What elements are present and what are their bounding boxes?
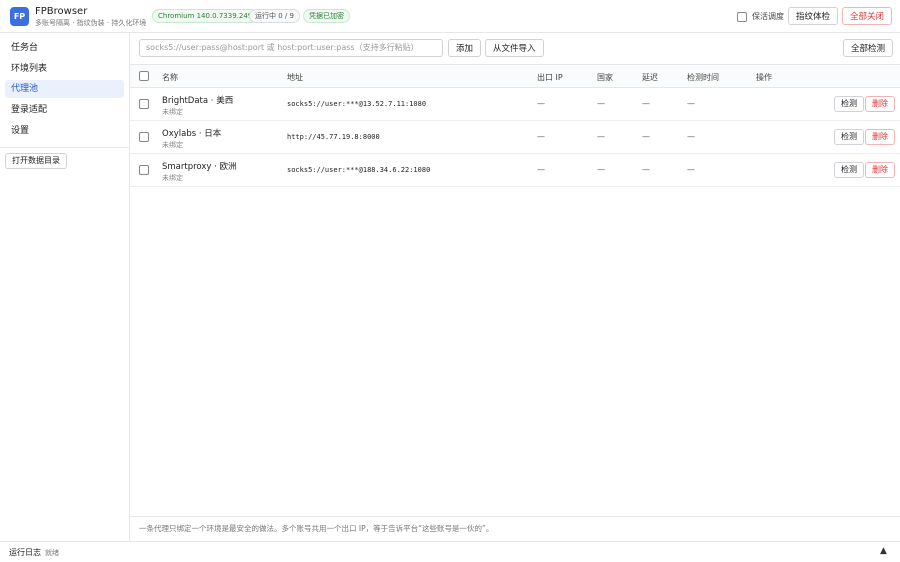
country: — (597, 165, 605, 174)
table-row: Oxylabs · 日本 未绑定 http://45.77.19.8:8000 … (130, 121, 900, 154)
import-from-file-button[interactable]: 从文件导入 (485, 39, 544, 57)
keepalive-checkbox[interactable] (737, 11, 747, 22)
row-checkbox[interactable] (139, 132, 149, 142)
proxy-address: http://45.77.19.8:8000 (287, 133, 380, 141)
app-logo: FP (10, 7, 29, 26)
column-address: 地址 (287, 73, 303, 82)
exit-ip: — (537, 132, 545, 141)
sidebar: 任务台 环境列表 代理池 登录适配 设置 打开数据目录 (0, 33, 130, 541)
proxy-name: Smartproxy · 欧洲 (162, 162, 237, 172)
sidebar-item-proxy-pool[interactable]: 代理池 (5, 80, 124, 98)
run-log-toggle[interactable]: 运行日志 (9, 547, 41, 558)
column-actions: 操作 (756, 73, 772, 82)
open-data-dir-button[interactable]: 打开数据目录 (5, 153, 67, 169)
chromium-version-badge: Chromium 140.0.7339.249 (152, 9, 259, 23)
latency: — (642, 165, 650, 174)
table-header: 名称 地址 出口 IP 国家 延迟 检测时间 操作 (130, 65, 900, 88)
expand-log-icon[interactable]: ▲ (880, 546, 887, 556)
status-bar: 运行日志 就绪 ▲ (0, 541, 900, 562)
sidebar-item-environments[interactable]: 环境列表 (5, 60, 124, 78)
column-name: 名称 (162, 73, 178, 82)
proxy-pool-panel: socks5://user:pass@host:port 或 host:port… (130, 33, 900, 541)
check-time: — (687, 132, 695, 141)
running-count-badge: 运行中 0 / 9 (249, 9, 300, 23)
binding-status: 未绑定 (162, 141, 183, 149)
app-subtitle: 多账号隔离 · 指纹伪装 · 持久化环境 (35, 19, 147, 27)
delete-proxy-button[interactable]: 删除 (865, 162, 895, 178)
proxy-name: BrightData · 美西 (162, 96, 234, 106)
proxy-address: socks5://user:***@188.34.6.22:1080 (287, 166, 431, 174)
keepalive-toggle[interactable]: 保活调度 (737, 11, 784, 22)
latency: — (642, 99, 650, 108)
check-all-button[interactable]: 全部检测 (843, 39, 894, 57)
column-check-time: 检测时间 (687, 73, 719, 82)
column-exit-ip: 出口 IP (537, 73, 563, 82)
exit-ip: — (537, 99, 545, 108)
row-checkbox[interactable] (139, 99, 149, 109)
proxy-tip-note: 一条代理只绑定一个环境是最安全的做法。多个账号共用一个出口 IP，等于告诉平台“… (130, 516, 900, 541)
delete-proxy-button[interactable]: 删除 (865, 129, 895, 145)
select-all-checkbox[interactable] (139, 71, 149, 81)
add-proxy-button[interactable]: 添加 (448, 39, 482, 57)
row-checkbox[interactable] (139, 165, 149, 175)
country: — (597, 99, 605, 108)
latency: — (642, 132, 650, 141)
sidebar-item-settings[interactable]: 设置 (5, 122, 124, 140)
log-status-text: 就绪 (45, 549, 59, 557)
close-all-button[interactable]: 全部关闭 (842, 7, 893, 25)
proxy-name: Oxylabs · 日本 (162, 129, 222, 139)
delete-proxy-button[interactable]: 删除 (865, 96, 895, 112)
binding-status: 未绑定 (162, 174, 183, 182)
proxy-input[interactable]: socks5://user:pass@host:port 或 host:port… (139, 39, 443, 57)
exit-ip: — (537, 165, 545, 174)
check-proxy-button[interactable]: 检测 (834, 96, 864, 112)
country: — (597, 132, 605, 141)
column-country: 国家 (597, 73, 613, 82)
keepalive-label: 保活调度 (752, 12, 784, 21)
app-name: FPBrowser (35, 6, 88, 17)
binding-status: 未绑定 (162, 108, 183, 116)
sidebar-item-login-adapters[interactable]: 登录适配 (5, 101, 124, 119)
sidebar-divider (0, 147, 130, 148)
sidebar-item-taskboard[interactable]: 任务台 (5, 39, 124, 57)
check-time: — (687, 165, 695, 174)
table-row: Smartproxy · 欧洲 未绑定 socks5://user:***@18… (130, 154, 900, 187)
check-proxy-button[interactable]: 检测 (834, 162, 864, 178)
credentials-encrypted-badge: 凭据已加密 (303, 9, 350, 23)
app-header: FP FPBrowser 多账号隔离 · 指纹伪装 · 持久化环境 Chromi… (0, 0, 900, 33)
check-time: — (687, 99, 695, 108)
check-proxy-button[interactable]: 检测 (834, 129, 864, 145)
fingerprint-check-button[interactable]: 指纹体检 (788, 7, 839, 25)
column-latency: 延迟 (642, 73, 658, 82)
table-row: BrightData · 美西 未绑定 socks5://user:***@13… (130, 88, 900, 121)
proxy-address: socks5://user:***@13.52.7.11:1080 (287, 100, 427, 108)
